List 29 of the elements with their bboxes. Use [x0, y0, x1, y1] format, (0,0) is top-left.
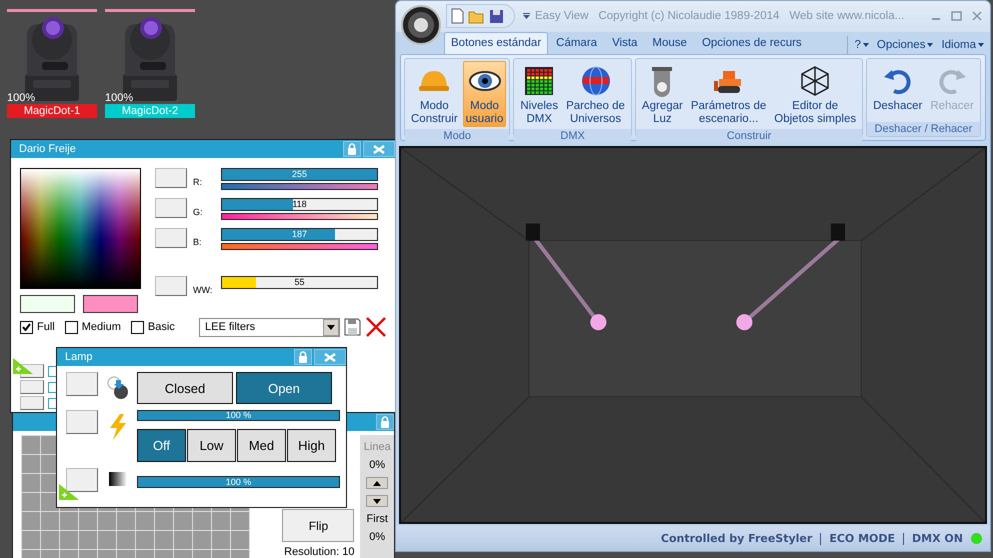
side-title: Linea: [364, 441, 391, 453]
group-label: Modo: [405, 128, 510, 143]
status-text: Controlled by FreeStyler: [660, 532, 812, 546]
intensity-label: 100%: [105, 92, 134, 104]
group-label: Construir: [636, 128, 862, 143]
window-title: Dario Freije: [19, 143, 77, 155]
channel-label: WW:: [193, 284, 214, 295]
checkbox-label: Basic: [148, 321, 175, 333]
website-text: Web site www.nicola...: [789, 10, 904, 22]
channel-label: B:: [193, 236, 203, 247]
status-text: DMX ON: [912, 532, 963, 546]
resolution-label: Resolution: 10: [284, 546, 354, 558]
app-title: Easy View: [535, 10, 588, 22]
copyright-text: Copyright (c) Nicolaudie 1989-2014: [598, 10, 780, 22]
menu-label: Idioma: [941, 38, 976, 51]
window-title: Lamp: [65, 351, 94, 363]
channel-label: R:: [193, 176, 203, 187]
intensity-label: 100%: [7, 92, 36, 104]
group-label: DMX: [514, 128, 631, 143]
menu-label: ?: [854, 38, 861, 51]
menu-label: Opciones: [876, 38, 926, 51]
percent-reading: 0%: [369, 459, 386, 471]
status-text: ECO MODE: [829, 532, 896, 546]
channel-label: G:: [193, 206, 204, 217]
percent-reading: 0%: [369, 531, 386, 543]
checkbox-label: Full: [37, 321, 55, 333]
first-label: First: [366, 513, 388, 525]
group-label: Deshacer / Rehacer: [867, 122, 980, 136]
checkbox-label: Medium: [82, 321, 121, 333]
